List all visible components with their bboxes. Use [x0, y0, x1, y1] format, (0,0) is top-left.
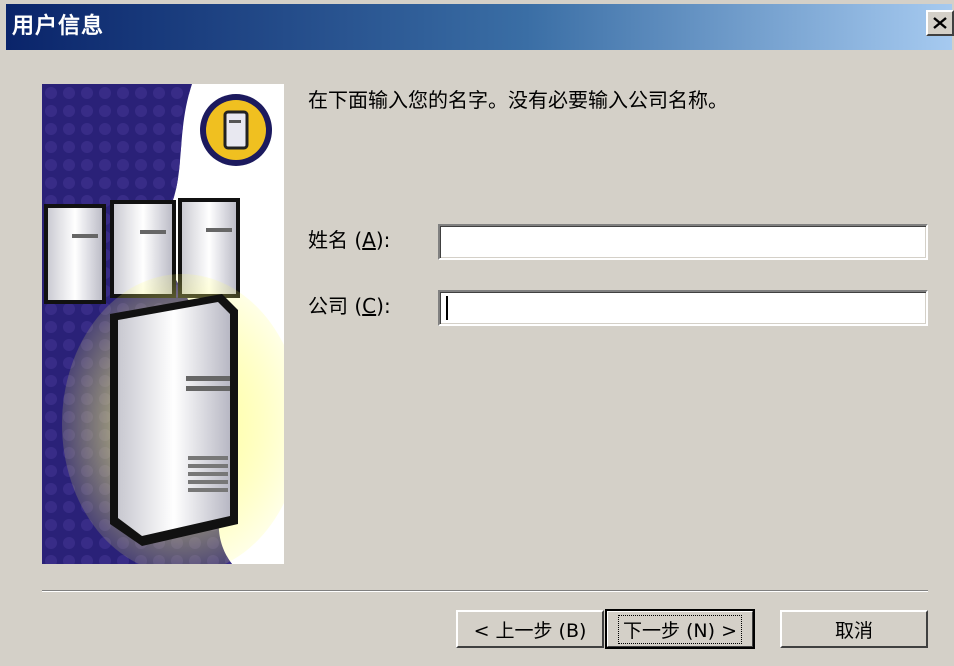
name-label: 姓名 (A): — [308, 224, 390, 256]
cancel-button[interactable]: 取消 — [780, 610, 928, 648]
next-button[interactable]: 下一步 (N) > — [605, 609, 755, 649]
user-info-dialog: 用户信息 在下面输入您的名字。没有必要输入公司名称。 姓名 (A): 公司 (C… — [0, 0, 954, 666]
name-label-suffix: ): — [375, 228, 391, 252]
side-illustration — [42, 84, 284, 564]
back-button[interactable]: < 上一步 (B) — [456, 610, 604, 648]
company-label-suffix: ): — [376, 294, 391, 318]
company-input[interactable] — [438, 290, 928, 326]
company-label-prefix: 公司 ( — [308, 294, 363, 318]
name-label-mnemonic: A — [362, 228, 376, 252]
server-computers-illustration — [42, 84, 284, 564]
title-bar[interactable]: 用户信息 — [6, 4, 954, 50]
company-label: 公司 (C): — [308, 290, 391, 322]
close-icon — [933, 17, 947, 29]
name-input[interactable] — [438, 224, 928, 260]
instruction-text: 在下面输入您的名字。没有必要输入公司名称。 — [308, 88, 728, 112]
window-title: 用户信息 — [12, 14, 105, 39]
separator-line — [42, 590, 928, 592]
back-button-label: < 上一步 (B) — [473, 619, 587, 642]
next-button-label: 下一步 (N) > — [617, 614, 743, 644]
company-label-mnemonic: C — [362, 294, 377, 318]
name-label-prefix: 姓名 ( — [308, 228, 363, 252]
close-button[interactable] — [926, 10, 954, 36]
text-caret — [446, 296, 448, 320]
cancel-button-label: 取消 — [834, 619, 873, 642]
